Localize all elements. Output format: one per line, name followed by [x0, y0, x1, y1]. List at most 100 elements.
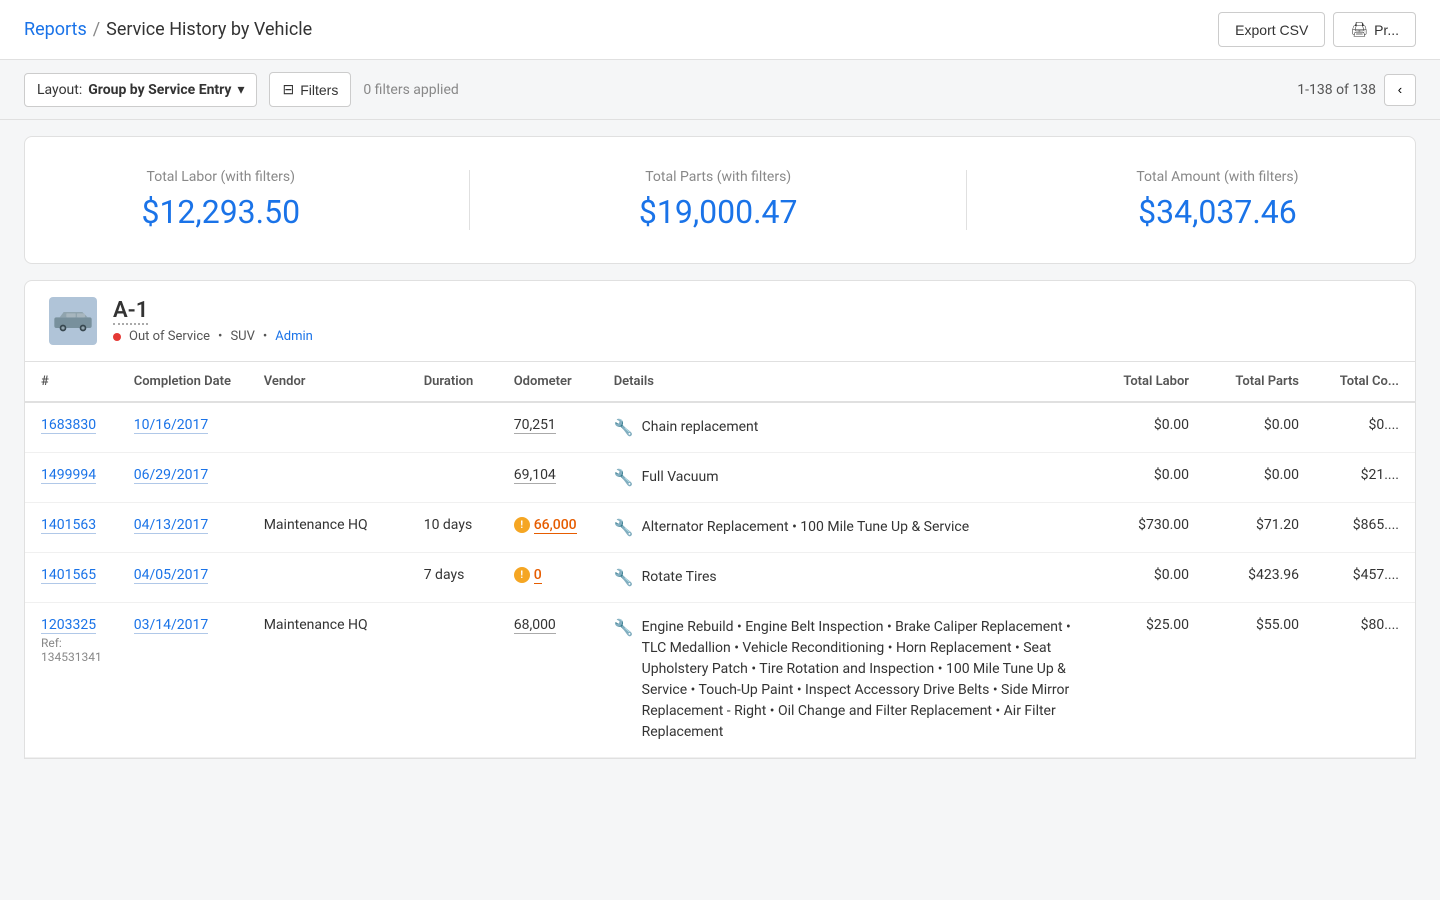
details-text: Engine Rebuild • Engine Belt Inspection … [642, 617, 1079, 743]
table-row: 1499994 06/29/2017 69,104 🔧Full Vacuum $0.00… [25, 453, 1415, 503]
pagination-prev-button[interactable]: ‹ [1384, 74, 1416, 106]
odometer-cell: 69,104 [498, 453, 598, 503]
chevron-left-icon: ‹ [1398, 82, 1402, 97]
col-header-odometer: Odometer [498, 362, 598, 402]
odometer-cell: 70,251 [498, 402, 598, 453]
col-header-labor: Total Labor [1095, 362, 1205, 402]
details-text: Alternator Replacement • 100 Mile Tune U… [642, 517, 970, 538]
table-header-row: # Completion Date Vendor Duration Odomet… [25, 362, 1415, 402]
vehicle-avatar [49, 297, 97, 345]
breadcrumb-separator: / [93, 19, 100, 40]
vehicle-status: Out of Service [129, 329, 210, 344]
summary-labor-label: Total Labor (with filters) [141, 169, 300, 185]
chevron-down-icon: ▾ [237, 82, 244, 98]
service-entry-id-link[interactable]: 1401563 [41, 517, 96, 534]
duration-cell [408, 603, 498, 758]
details-cell: 🔧Full Vacuum [598, 453, 1095, 503]
odometer-warning-value: 0 [534, 567, 542, 584]
duration-cell: 10 days [408, 503, 498, 553]
table-row: 1203325Ref: 13453134103/14/2017Maintenan… [25, 603, 1415, 758]
layout-dropdown[interactable]: Layout: Group by Service Entry ▾ [24, 73, 257, 107]
parts-cell: $71.20 [1205, 503, 1315, 553]
odometer-cell: !0 [498, 553, 598, 603]
total-cell: $80.... [1315, 603, 1415, 758]
completion-date-link[interactable]: 04/05/2017 [134, 567, 209, 584]
col-header-vendor: Vendor [248, 362, 408, 402]
details-text: Full Vacuum [642, 467, 719, 488]
table-row: 1683830 10/16/2017 70,251 🔧 Chain replacemen… [25, 402, 1415, 453]
col-header-total: Total Co... [1315, 362, 1415, 402]
details-text: Chain replacement [642, 417, 759, 438]
odometer-cell: 68,000 [498, 603, 598, 758]
parts-cell: $423.96 [1205, 553, 1315, 603]
summary-card: Total Labor (with filters) $12,293.50 To… [24, 136, 1416, 264]
labor-cell: $730.00 [1095, 503, 1205, 553]
col-header-parts: Total Parts [1205, 362, 1315, 402]
wrench-icon: 🔧 [614, 418, 634, 437]
duration-cell [408, 402, 498, 453]
status-dot-icon [113, 333, 121, 341]
table-row: 140156304/13/2017Maintenance HQ10 days!6… [25, 503, 1415, 553]
vehicle-thumbnail-icon [53, 306, 93, 336]
wrench-icon: 🔧 [614, 568, 634, 587]
header-actions: Export CSV 🖨 Pr... [1218, 12, 1416, 47]
filters-button[interactable]: ⊟ Filters [269, 72, 351, 107]
export-csv-button[interactable]: Export CSV [1218, 12, 1325, 47]
layout-value: Group by Service Entry [88, 82, 231, 98]
breadcrumb: Reports / Service History by Vehicle [24, 19, 312, 40]
meta-separator-1: • [218, 329, 222, 344]
vehicle-section: A-1 Out of Service • SUV • Admin [24, 280, 1416, 362]
odometer-warning-value: 66,000 [534, 517, 577, 534]
labor-cell: $0.00 [1095, 402, 1205, 453]
pagination: 1-138 of 138 ‹ [1297, 74, 1416, 106]
details-cell: 🔧Alternator Replacement • 100 Mile Tune … [598, 503, 1095, 553]
vehicle-meta: Out of Service • SUV • Admin [113, 329, 313, 344]
service-entry-id-link[interactable]: 1499994 [41, 467, 96, 484]
vehicle-admin-link[interactable]: Admin [275, 329, 313, 344]
summary-amount-value: $34,037.46 [1136, 193, 1298, 231]
vehicle-name: A-1 [113, 298, 148, 325]
service-entry-ref: Ref: 134531341 [41, 636, 102, 664]
layout-prefix: Layout: [37, 82, 82, 98]
parts-cell: $55.00 [1205, 603, 1315, 758]
parts-cell: $0.00 [1205, 453, 1315, 503]
labor-cell: $0.00 [1095, 553, 1205, 603]
details-cell: 🔧Engine Rebuild • Engine Belt Inspection… [598, 603, 1095, 758]
service-history-table-container: # Completion Date Vendor Duration Odomet… [24, 362, 1416, 759]
service-entry-id-link[interactable]: 1203325 [41, 617, 96, 634]
filter-icon: ⊟ [282, 81, 294, 98]
col-header-details: Details [598, 362, 1095, 402]
summary-parts: Total Parts (with filters) $19,000.47 [639, 169, 798, 231]
service-history-table: # Completion Date Vendor Duration Odomet… [25, 362, 1415, 758]
vendor-cell [248, 553, 408, 603]
warning-icon: ! [514, 517, 530, 533]
total-cell: $865.... [1315, 503, 1415, 553]
breadcrumb-reports-link[interactable]: Reports [24, 19, 87, 40]
toolbar: Layout: Group by Service Entry ▾ ⊟ Filte… [0, 60, 1440, 120]
vehicle-info: A-1 Out of Service • SUV • Admin [113, 298, 313, 344]
print-button[interactable]: 🖨 Pr... [1333, 12, 1416, 47]
parts-cell: $0.00 [1205, 402, 1315, 453]
completion-date-link[interactable]: 03/14/2017 [134, 617, 209, 634]
completion-date-link[interactable]: 10/16/2017 [134, 417, 209, 434]
odometer-value: 69,104 [514, 467, 556, 484]
warning-icon: ! [514, 567, 530, 583]
summary-amount: Total Amount (with filters) $34,037.46 [1136, 169, 1298, 231]
total-cell: $0.... [1315, 402, 1415, 453]
duration-cell [408, 453, 498, 503]
labor-cell: $25.00 [1095, 603, 1205, 758]
meta-separator-2: • [263, 329, 267, 344]
vendor-cell [248, 453, 408, 503]
total-cell: $457.... [1315, 553, 1415, 603]
summary-divider-1 [469, 170, 470, 230]
odometer-cell: !66,000 [498, 503, 598, 553]
vendor-cell [248, 402, 408, 453]
service-entry-id-link[interactable]: 1401565 [41, 567, 96, 584]
details-text: Rotate Tires [642, 567, 717, 588]
pagination-range: 1-138 of 138 [1297, 82, 1376, 98]
service-entry-id-link[interactable]: 1683830 [41, 417, 96, 434]
printer-icon: 🖨 [1350, 21, 1368, 38]
vehicle-type: SUV [230, 329, 254, 344]
completion-date-link[interactable]: 04/13/2017 [134, 517, 209, 534]
completion-date-link[interactable]: 06/29/2017 [134, 467, 209, 484]
